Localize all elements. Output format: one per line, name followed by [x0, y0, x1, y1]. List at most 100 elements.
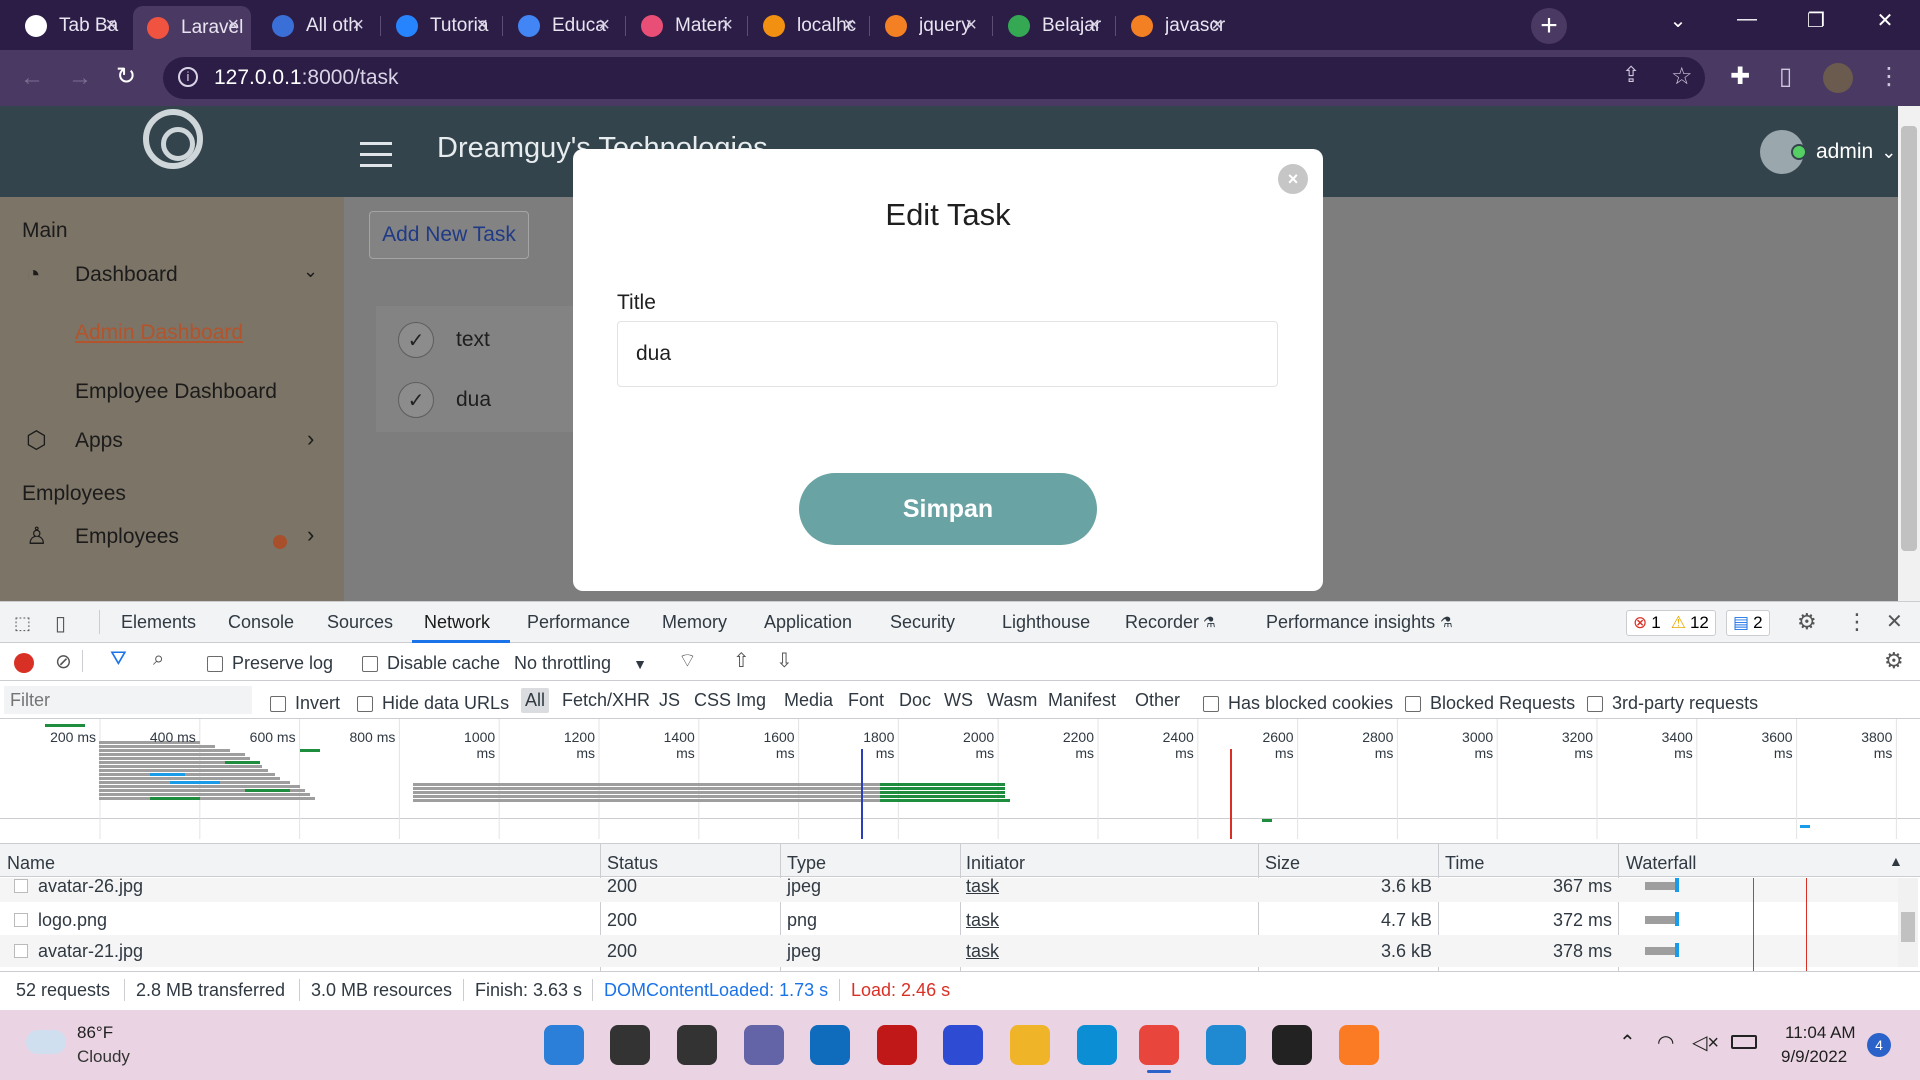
request-row[interactable]: logo.png 200 png task 4.7 kB 372 ms	[0, 904, 1898, 936]
chevron-up-icon[interactable]: ⌃	[1619, 1030, 1636, 1055]
filter-type-css[interactable]: CSS	[694, 690, 731, 711]
filter-type-manifest[interactable]: Manifest	[1048, 690, 1116, 711]
cloud-icon[interactable]	[26, 1030, 66, 1054]
hide-data-urls-checkbox[interactable]: Hide data URLs	[357, 693, 509, 714]
browser-tab[interactable]: Materi ×	[627, 6, 745, 46]
user-menu[interactable]: admin ⌄	[1760, 130, 1896, 174]
chevron-right-icon[interactable]: ›	[307, 426, 314, 452]
close-tab-icon[interactable]: ×	[843, 14, 855, 37]
checkbox[interactable]	[207, 655, 223, 672]
weather-description[interactable]: Cloudy	[77, 1047, 130, 1067]
weather-temperature[interactable]: 86°F	[77, 1023, 113, 1043]
request-row[interactable]: avatar-21.jpg 200 jpeg task 3.6 kB 378 ms	[0, 935, 1898, 967]
column-header-time[interactable]: Time	[1445, 853, 1484, 874]
search-icon[interactable]: ⌕	[153, 648, 164, 671]
column-header-initiator[interactable]: Initiator	[966, 853, 1025, 874]
browser-tab[interactable]: Belajar ×	[994, 6, 1112, 46]
microsoft-store-icon[interactable]	[810, 1025, 850, 1065]
bookmark-star-icon[interactable]: ☆	[1671, 62, 1693, 91]
close-tab-icon[interactable]: ×	[227, 14, 239, 37]
file-explorer-icon[interactable]	[1010, 1025, 1050, 1065]
tab-elements[interactable]: Elements	[121, 612, 196, 633]
tab-sources[interactable]: Sources	[327, 612, 393, 633]
sidebar-item-admin-dashboard[interactable]: Admin Dashboard	[75, 321, 243, 345]
tab-search-icon[interactable]: ⌄	[1658, 8, 1698, 33]
share-icon[interactable]: ⇪	[1622, 62, 1640, 88]
tab-lighthouse[interactable]: Lighthouse	[1002, 612, 1090, 633]
browser-tab[interactable]: localhc ×	[749, 6, 867, 46]
messages-badge[interactable]: ▤ 2	[1726, 610, 1770, 636]
filter-type-media[interactable]: Media	[784, 690, 833, 711]
search-icon[interactable]	[610, 1025, 650, 1065]
task-view-icon[interactable]	[677, 1025, 717, 1065]
sort-ascending-icon[interactable]: ▲	[1889, 853, 1903, 869]
filter-type-js[interactable]: JS	[659, 690, 680, 711]
forward-icon[interactable]: →	[68, 64, 92, 92]
sidebar-item-apps[interactable]: Apps	[75, 429, 123, 453]
browser-tab[interactable]: Educa ×	[504, 6, 622, 46]
volume-muted-icon[interactable]: ◁×	[1692, 1030, 1719, 1055]
network-settings-icon[interactable]: ⚙	[1884, 648, 1904, 674]
edge-icon[interactable]	[1077, 1025, 1117, 1065]
close-devtools-icon[interactable]: ✕	[1886, 609, 1903, 634]
clear-icon[interactable]: ⊘	[55, 649, 72, 674]
task-row[interactable]: ✓ text	[398, 322, 490, 358]
tab-network[interactable]: Network	[424, 612, 490, 633]
vscode-icon[interactable]	[1206, 1025, 1246, 1065]
filter-type-fetchxhr[interactable]: Fetch/XHR	[562, 690, 650, 711]
restore-button[interactable]: ❐	[1796, 8, 1836, 33]
third-party-checkbox[interactable]: 3rd-party requests	[1587, 693, 1758, 714]
request-initiator-link[interactable]: task	[966, 910, 999, 931]
column-header-status[interactable]: Status	[607, 853, 658, 874]
close-window-button[interactable]: ✕	[1865, 8, 1905, 33]
invert-checkbox[interactable]: Invert	[270, 693, 340, 714]
tab-recorder[interactable]: Recorder	[1125, 612, 1199, 633]
extensions-icon[interactable]: ✚	[1730, 62, 1750, 91]
filter-type-wasm[interactable]: Wasm	[987, 690, 1037, 711]
filter-input[interactable]	[4, 686, 252, 714]
tab-memory[interactable]: Memory	[662, 612, 727, 633]
close-tab-icon[interactable]: ×	[598, 14, 610, 37]
blocked-cookies-checkbox[interactable]: Has blocked cookies	[1203, 693, 1393, 714]
device-toolbar-icon[interactable]: ▯	[55, 611, 66, 636]
settings-gear-icon[interactable]: ⚙	[1797, 609, 1817, 635]
filter-type-img[interactable]: Img	[736, 690, 766, 711]
browser-menu-icon[interactable]: ⋮	[1877, 62, 1901, 91]
save-button[interactable]: Simpan	[799, 473, 1097, 545]
inspect-element-icon[interactable]: ⬚	[14, 613, 31, 634]
page-scrollbar-thumb[interactable]	[1901, 126, 1917, 551]
column-header-waterfall[interactable]: Waterfall	[1626, 853, 1696, 874]
close-tab-icon[interactable]: ×	[1211, 14, 1223, 37]
browser-tab[interactable]: Tab Ba ×	[11, 6, 129, 46]
blocked-requests-checkbox[interactable]: Blocked Requests	[1405, 693, 1575, 714]
checkbox[interactable]	[362, 655, 378, 672]
filter-type-doc[interactable]: Doc	[899, 690, 931, 711]
task-row[interactable]: ✓ dua	[398, 382, 491, 418]
wifi-icon[interactable]: ◠	[1657, 1030, 1674, 1055]
tab-security[interactable]: Security	[890, 612, 955, 633]
back-icon[interactable]: ←	[20, 64, 44, 92]
browser-tab[interactable]: javascr ×	[1117, 6, 1235, 46]
minimize-button[interactable]: —	[1727, 8, 1767, 31]
close-tab-icon[interactable]: ×	[721, 14, 733, 37]
xampp-icon[interactable]	[1339, 1025, 1379, 1065]
sidebar-item-dashboard[interactable]: Dashboard	[75, 263, 178, 287]
table-scrollbar-thumb[interactable]	[1901, 912, 1915, 942]
filter-icon[interactable]: ⛛	[110, 648, 127, 671]
request-initiator-link[interactable]: task	[966, 878, 999, 897]
browser-tab[interactable]: Laravel ×	[133, 6, 251, 50]
devtools-menu-icon[interactable]: ⋮	[1846, 609, 1868, 635]
close-tab-icon[interactable]: ×	[105, 14, 117, 37]
sidebar-item-employees[interactable]: Employees	[75, 525, 179, 549]
clock-time[interactable]: 11:04 AM	[1785, 1023, 1856, 1043]
preserve-log-checkbox[interactable]: Preserve log	[207, 653, 333, 674]
sidebar-item-employee-dashboard[interactable]: Employee Dashboard	[75, 380, 277, 404]
filter-type-other[interactable]: Other	[1135, 690, 1180, 711]
checkmark-icon[interactable]: ✓	[398, 382, 434, 418]
sticky-notes-icon[interactable]	[1272, 1025, 1312, 1065]
chat-icon[interactable]	[744, 1025, 784, 1065]
app-logo[interactable]	[143, 109, 203, 169]
export-har-icon[interactable]: ⇩	[776, 648, 793, 673]
checkbox[interactable]	[1203, 695, 1219, 712]
close-tab-icon[interactable]: ×	[352, 14, 364, 37]
